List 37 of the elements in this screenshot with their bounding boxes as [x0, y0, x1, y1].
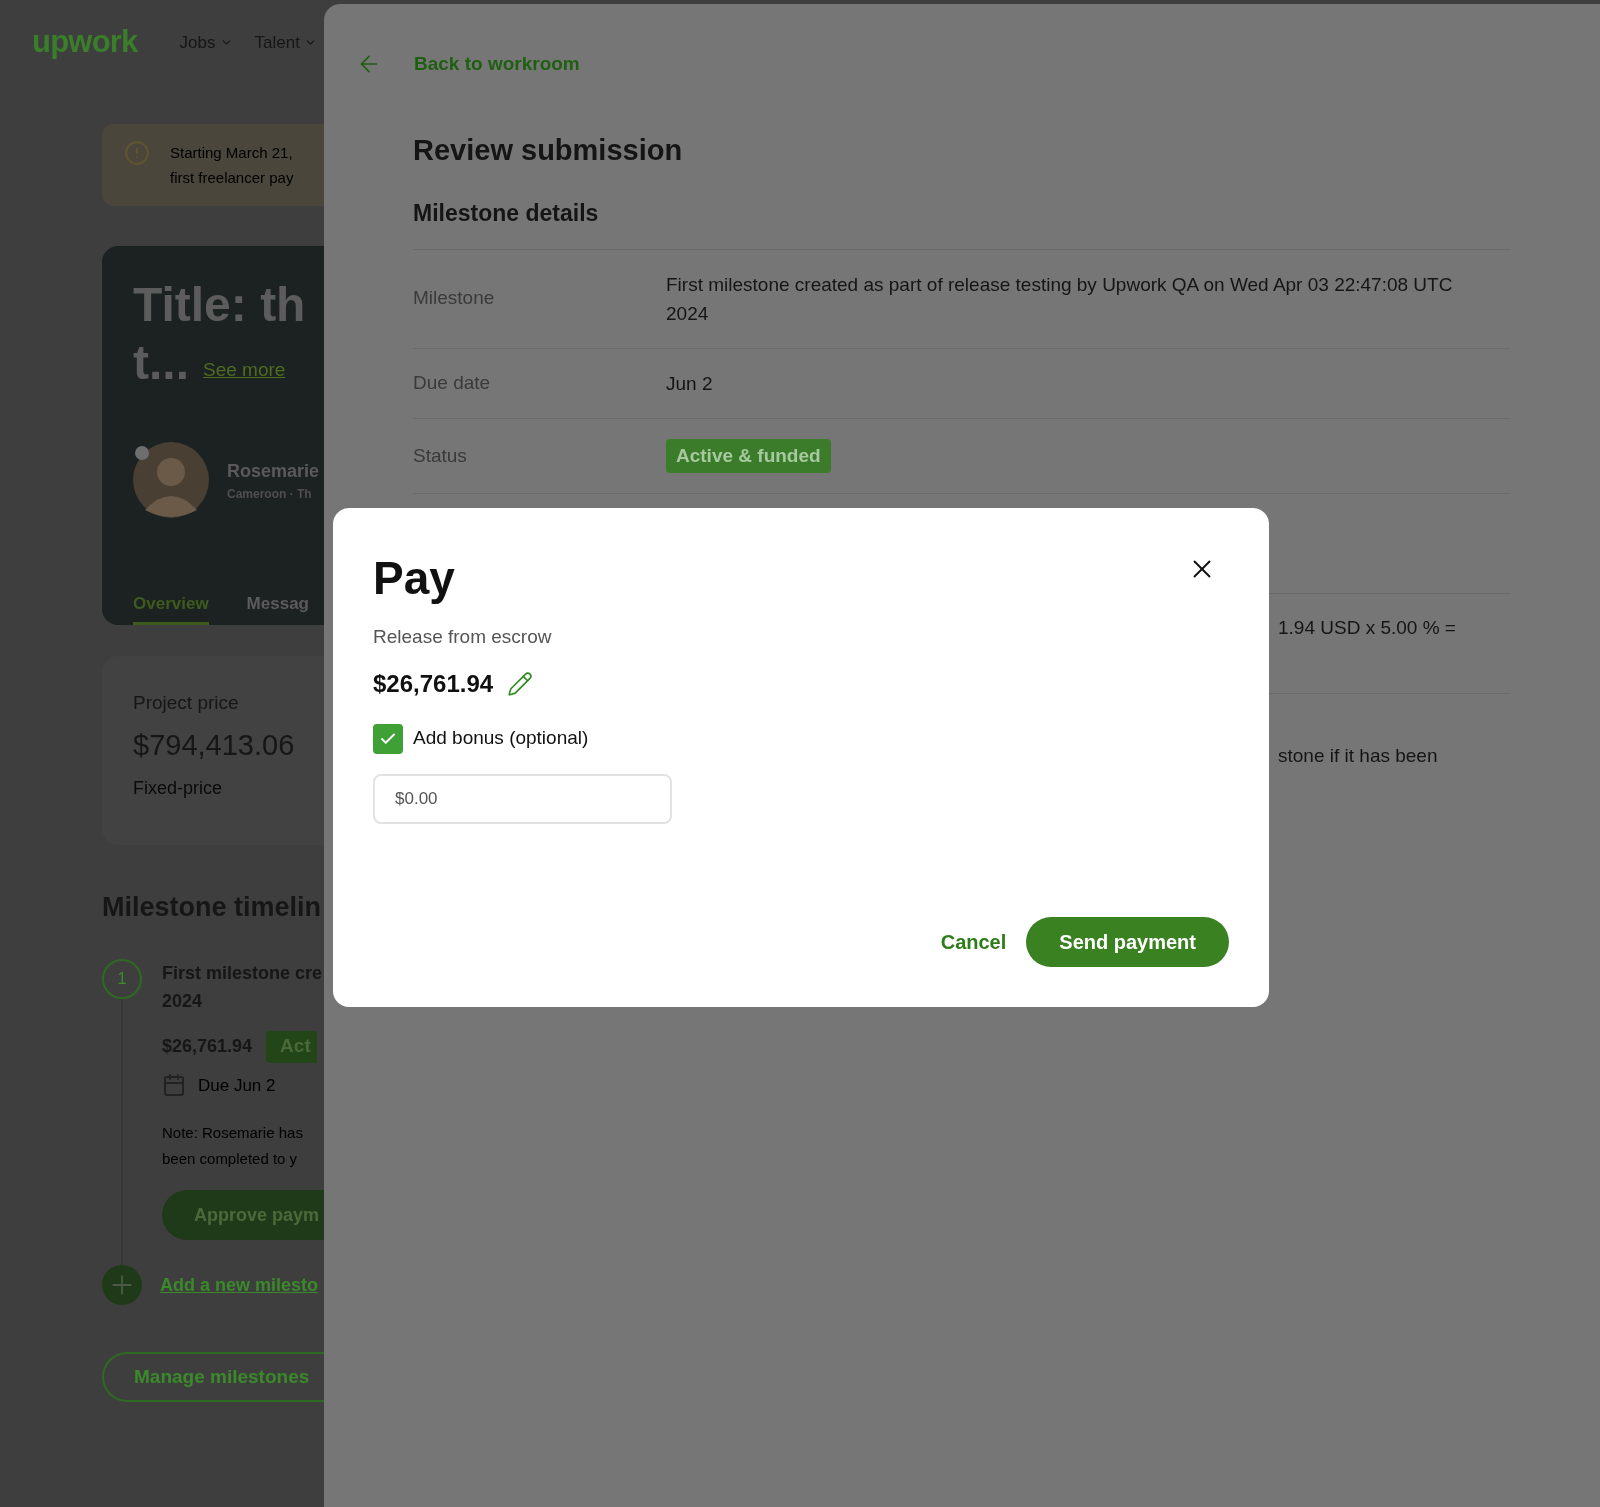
status-badge: Active & funded	[666, 438, 831, 473]
cancel-button[interactable]: Cancel	[940, 927, 1007, 957]
price-type: Fixed-price	[133, 777, 224, 800]
contract-title: Title: th	[133, 277, 307, 333]
logo[interactable]: upwork	[32, 19, 138, 66]
detail-value: First milestone created as part of release testing by Upwork QA on Wed Apr 03 22:47:08 UTC 2024	[666, 272, 1454, 326]
notice-text: Starting March 21,	[170, 143, 294, 163]
add-icon[interactable]	[102, 1265, 142, 1305]
milestone-note: Note: Rosemarie has	[162, 1123, 304, 1143]
detail-value: stone if it has been	[1278, 744, 1438, 768]
detail-value: Jun 2	[666, 371, 714, 396]
send-payment-button[interactable]: Send payment	[1026, 917, 1229, 967]
bonus-checkbox[interactable]	[373, 723, 403, 754]
back-link[interactable]: Back to workroom	[414, 50, 580, 79]
calendar-icon	[162, 1073, 186, 1098]
detail-label: Status	[413, 443, 468, 468]
detail-value: 1.94 USD x 5.00 % =	[1278, 616, 1456, 640]
section-title: Milestone details	[413, 199, 600, 228]
see-more-link[interactable]: See more	[203, 355, 286, 384]
freelancer-name: Rosemarie	[227, 459, 320, 483]
detail-label: Due date	[413, 370, 492, 395]
detail-label: Milestone	[413, 286, 496, 311]
dialog-title: Pay	[373, 551, 455, 606]
due-date: Due Jun 2	[198, 1074, 276, 1097]
bonus-label: Add bonus (optional)	[413, 726, 589, 751]
edit-icon[interactable]	[507, 670, 534, 697]
dialog-subtitle: Release from escrow	[373, 625, 553, 649]
bonus-amount-field[interactable]: $0.00	[373, 773, 672, 824]
tab[interactable]: Messag	[246, 590, 309, 625]
contract-title: t...	[133, 335, 189, 391]
notice-text: first freelancer pay	[170, 168, 294, 188]
payment-amount: $26,761.94	[373, 668, 494, 699]
step-number: 1	[102, 958, 142, 999]
milestone-note: been completed to y	[162, 1149, 299, 1169]
add-milestone-link[interactable]: Add a new milesto	[160, 1271, 319, 1299]
drawer-title: Review submission	[413, 132, 684, 168]
tab[interactable]: Overview	[133, 590, 209, 625]
